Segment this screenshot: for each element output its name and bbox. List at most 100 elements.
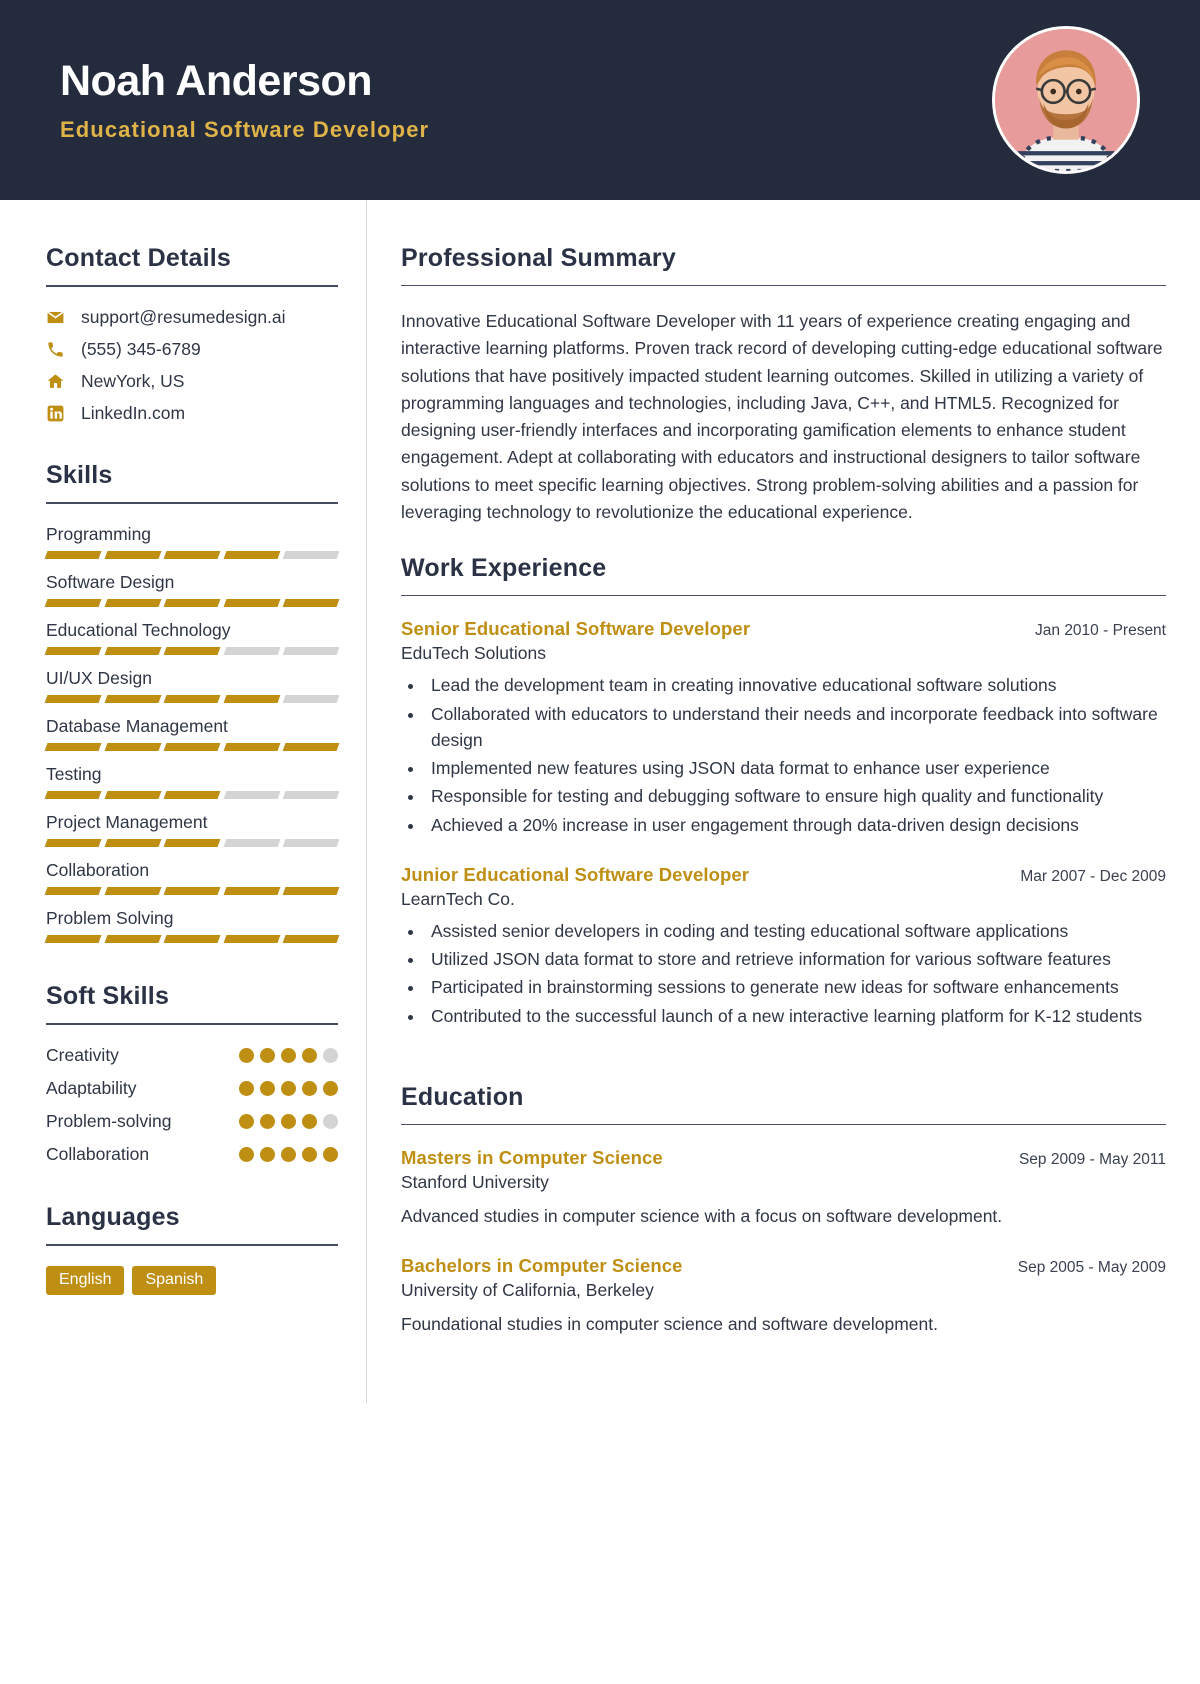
- skill-bar-segment: [223, 935, 280, 943]
- soft-skill-label: Collaboration: [46, 1144, 150, 1164]
- rating-dot: [302, 1081, 317, 1096]
- experience-entry: Junior Educational Software Developer Mar…: [401, 864, 1166, 1029]
- skill-bar-segment: [282, 551, 340, 559]
- rating-dot: [323, 1048, 338, 1063]
- skill-bar-segment: [282, 599, 340, 607]
- skill-level-bar: [44, 743, 340, 751]
- contact-heading: Contact Details: [46, 244, 231, 272]
- languages-section: Languages English Spanish: [46, 1203, 338, 1295]
- education-description: Foundational studies in computer science…: [401, 1314, 938, 1335]
- soft-skill-label: Problem-solving: [46, 1111, 172, 1131]
- skill-label: Software Design: [46, 572, 175, 592]
- experience-entry-header: Senior Educational Software Developer Jan…: [401, 618, 1166, 640]
- skill-bar-segment: [104, 935, 161, 943]
- linkedin-icon: [46, 404, 72, 423]
- skill-bar-segment: [104, 791, 161, 799]
- languages-heading: Languages: [46, 1203, 180, 1231]
- education-heading: Education: [401, 1082, 524, 1111]
- experience-list: Senior Educational Software Developer Jan…: [401, 618, 1166, 1029]
- contact-item-location[interactable]: NewYork, US: [46, 371, 338, 392]
- experience-bullet: Responsible for testing and debugging so…: [425, 783, 1166, 809]
- contact-value-linkedin: LinkedIn.com: [81, 403, 186, 423]
- soft-skills-section: Soft Skills Creativity Adaptability Proble…: [46, 982, 338, 1165]
- skill-label: Problem Solving: [46, 908, 174, 928]
- skill-row: Project Management: [44, 812, 340, 847]
- contact-section: Contact Details support@resumedesign.ai …: [46, 244, 338, 424]
- header-text-block: Noah Anderson Educational Software Devel…: [60, 57, 429, 142]
- experience-bullet: Utilized JSON data format to store and r…: [425, 946, 1166, 972]
- education-degree: Masters in Computer Science: [401, 1146, 663, 1168]
- contact-value-location: NewYork, US: [81, 371, 185, 391]
- rating-dot: [302, 1048, 317, 1063]
- skill-level-bar: [44, 839, 340, 847]
- section-divider: [401, 285, 1166, 286]
- rating-dot: [260, 1081, 275, 1096]
- skill-bar-segment: [44, 743, 102, 751]
- contact-list: support@resumedesign.ai (555) 345-6789 N…: [46, 307, 338, 424]
- summary-heading: Professional Summary: [401, 244, 676, 272]
- experience-bullet: Lead the development team in creating in…: [425, 672, 1166, 698]
- skill-bar-segment: [163, 791, 221, 799]
- soft-skill-row: Adaptability: [46, 1078, 338, 1099]
- skill-bar-segment: [44, 599, 102, 607]
- skill-bar-segment: [223, 647, 280, 655]
- education-entry-header: Masters in Computer Science Sep 2009 - Ma…: [401, 1147, 1166, 1169]
- skill-row: Software Design: [44, 572, 340, 607]
- experience-role: Senior Educational Software Developer: [401, 618, 751, 640]
- contact-item-email[interactable]: support@resumedesign.ai: [46, 307, 338, 328]
- avatar: [992, 26, 1140, 174]
- experience-bullet: Contributed to the successful launch of …: [425, 1003, 1166, 1029]
- education-school: Stanford University: [401, 1171, 549, 1192]
- skill-bar-segment: [104, 695, 161, 703]
- job-title: Educational Software Developer: [60, 116, 430, 142]
- skill-row: Testing: [44, 764, 340, 799]
- rating-dot: [239, 1114, 254, 1129]
- contact-item-linkedin[interactable]: LinkedIn.com: [46, 403, 338, 424]
- experience-bullet: Collaborated with educators to understan…: [425, 701, 1166, 754]
- skill-bar-segment: [44, 887, 102, 895]
- soft-skill-label: Adaptability: [46, 1078, 137, 1098]
- section-divider: [46, 502, 338, 504]
- experience-bullet: Participated in brainstorming sessions t…: [425, 974, 1166, 1000]
- education-entry-header: Bachelors in Computer Science Sep 2005 - …: [401, 1255, 1166, 1277]
- soft-skill-row: Problem-solving: [46, 1111, 338, 1132]
- education-date: Sep 2005 - May 2009: [1017, 1259, 1166, 1277]
- rating-dot: [260, 1147, 275, 1162]
- experience-bullet-list: Lead the development team in creating in…: [425, 672, 1166, 838]
- soft-skill-rating: [239, 1114, 338, 1129]
- resume-body: Contact Details support@resumedesign.ai …: [0, 200, 1200, 1404]
- skill-level-bar: [44, 695, 340, 703]
- skill-bar-segment: [282, 839, 340, 847]
- skill-label: Educational Technology: [46, 620, 231, 640]
- contact-item-phone[interactable]: (555) 345-6789: [46, 339, 338, 360]
- page-title: Noah Anderson: [60, 57, 373, 106]
- rating-dot: [260, 1114, 275, 1129]
- skill-bar-segment: [44, 551, 102, 559]
- skill-bar-segment: [163, 695, 221, 703]
- skill-bar-segment: [223, 551, 280, 559]
- rating-dot: [323, 1114, 338, 1129]
- skill-bar-segment: [223, 839, 280, 847]
- skill-bar-segment: [104, 839, 161, 847]
- skill-bar-segment: [44, 647, 102, 655]
- skill-bar-segment: [282, 935, 340, 943]
- section-divider: [46, 1244, 338, 1246]
- contact-value-email: support@resumedesign.ai: [81, 307, 286, 327]
- rating-dot: [281, 1114, 296, 1129]
- resume-page: Noah Anderson Educational Software Devel…: [0, 0, 1200, 1684]
- resume-header: Noah Anderson Educational Software Devel…: [0, 0, 1200, 200]
- skill-label: Programming: [46, 524, 152, 544]
- experience-role: Junior Educational Software Developer: [401, 863, 750, 885]
- experience-date: Mar 2007 - Dec 2009: [1020, 867, 1166, 885]
- experience-bullet: Implemented new features using JSON data…: [425, 755, 1166, 781]
- rating-dot: [260, 1048, 275, 1063]
- skill-bar-segment: [44, 791, 102, 799]
- skill-label: Collaboration: [46, 860, 150, 880]
- education-entry: Bachelors in Computer Science Sep 2005 - …: [401, 1255, 1166, 1337]
- home-icon: [46, 372, 72, 391]
- skill-bar-segment: [223, 791, 280, 799]
- summary-text: Innovative Educational Software Develope…: [401, 311, 1163, 523]
- skill-label: Project Management: [46, 812, 208, 832]
